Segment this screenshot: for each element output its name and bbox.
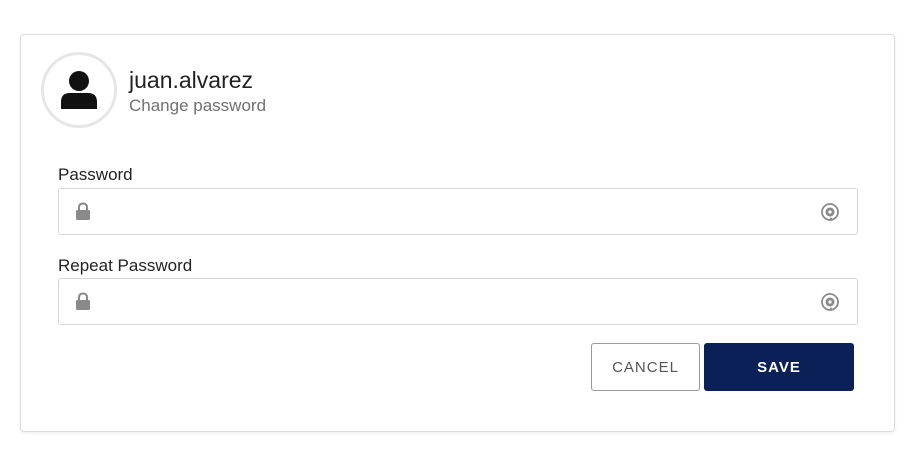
repeat-password-label: Repeat Password <box>58 256 193 275</box>
page-subtitle: Change password <box>129 96 267 115</box>
user-icon <box>61 71 97 109</box>
repeat-password-input[interactable] <box>104 279 804 324</box>
password-label: Password <box>58 165 133 184</box>
lock-icon <box>74 202 92 225</box>
repeat-password-field[interactable] <box>58 278 858 325</box>
password-input[interactable] <box>104 189 804 234</box>
avatar <box>41 52 117 128</box>
lock-icon <box>74 292 92 315</box>
change-password-card: juan.alvarez Change password Password Re… <box>20 34 895 432</box>
eye-reveal-icon[interactable] <box>820 292 840 317</box>
eye-reveal-icon[interactable] <box>820 202 840 227</box>
password-field[interactable] <box>58 188 858 235</box>
save-button[interactable]: SAVE <box>704 343 854 391</box>
cancel-button[interactable]: CANCEL <box>591 343 700 391</box>
username: juan.alvarez <box>129 67 254 93</box>
